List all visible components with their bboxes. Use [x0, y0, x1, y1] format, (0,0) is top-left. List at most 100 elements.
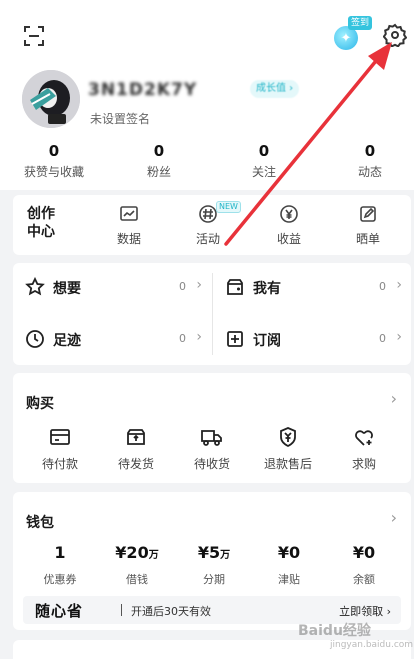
want-label: 想要: [53, 281, 81, 297]
signature[interactable]: 未设置签名: [90, 110, 150, 127]
stat-label: 动态: [357, 165, 382, 179]
subscription-label: 订阅: [253, 333, 281, 349]
collections-card: 想要 0 › 我有 0 › 足迹 0 › 订阅 0 ›: [13, 263, 411, 365]
history-label: 足迹: [53, 333, 81, 349]
chevron-right-icon: ›: [196, 329, 202, 345]
buy-item-label: 求购: [351, 457, 376, 471]
subscription-count: 0: [379, 332, 386, 345]
chevron-right-icon: ›: [396, 277, 402, 293]
creator-item-activity[interactable]: NEW 活动: [178, 201, 241, 247]
wallet-item-installment[interactable]: ¥5万 分期: [181, 544, 247, 587]
buy-item-wanted[interactable]: 求购: [329, 425, 399, 472]
stat-label: 关注: [251, 165, 276, 179]
star-icon: [25, 276, 45, 297]
promo-claim-button[interactable]: 立即领取 ›: [339, 603, 391, 619]
buy-item-label: 待收货: [193, 457, 230, 471]
stat-value: 0: [364, 142, 376, 160]
package-icon: [101, 425, 171, 449]
clock-icon: [25, 329, 45, 349]
wallet-value: 1: [54, 543, 66, 562]
chevron-right-icon[interactable]: ›: [391, 389, 397, 408]
new-badge: NEW: [216, 201, 241, 213]
history-count: 0: [179, 332, 186, 345]
history-item[interactable]: 足迹 0 ›: [13, 315, 212, 365]
wallet-label: 分期: [203, 573, 225, 586]
shield-yen-icon: [253, 425, 323, 449]
stat-posts[interactable]: 0 动态: [330, 142, 410, 179]
stat-fans[interactable]: 0 粉丝: [119, 142, 199, 179]
wallet-icon: [25, 425, 95, 449]
signin-button[interactable]: ✦ 签到: [332, 16, 372, 50]
buy-item-label: 待发货: [117, 457, 154, 471]
avatar[interactable]: [22, 70, 80, 128]
wallet-unit: 万: [220, 550, 231, 561]
wallet-value: ¥0: [352, 543, 376, 562]
wallet-label: 借钱: [126, 573, 148, 586]
stat-likes[interactable]: 0 获赞与收藏: [14, 142, 94, 179]
creator-center-title[interactable]: 创作中心: [27, 205, 59, 241]
chevron-right-icon: ›: [396, 329, 402, 345]
buy-item-pending-payment[interactable]: 待付款: [25, 425, 95, 472]
divider: [212, 273, 213, 355]
promo-text: 开通后30天有效: [131, 605, 211, 618]
creator-item-earnings[interactable]: 收益: [259, 203, 319, 247]
wallet-value: ¥20: [115, 543, 149, 562]
wallet-value: ¥5: [197, 543, 221, 562]
buy-item-label: 退款售后: [263, 457, 312, 471]
scan-icon[interactable]: [20, 22, 48, 50]
stat-label: 粉丝: [146, 165, 171, 179]
chevron-right-icon: ›: [196, 277, 202, 293]
stat-following[interactable]: 0 关注: [224, 142, 304, 179]
plus-square-icon: [225, 329, 245, 349]
chevron-right-icon[interactable]: ›: [391, 508, 397, 527]
yen-coin-icon: [259, 203, 319, 225]
chart-icon: [99, 203, 159, 225]
have-count: 0: [379, 280, 386, 293]
want-count: 0: [179, 280, 186, 293]
wallet-item-loan[interactable]: ¥20万 借钱: [104, 544, 170, 587]
divider: [121, 604, 122, 616]
have-item[interactable]: 我有 0 ›: [213, 263, 412, 313]
watermark-url: jingyan.baidu.com: [330, 640, 414, 650]
buy-item-pending-shipment[interactable]: 待发货: [101, 425, 171, 472]
purchase-title[interactable]: 购买: [26, 393, 54, 413]
watermark: Baidu经验: [298, 623, 371, 639]
wallet-item-allowance[interactable]: ¥0 津贴: [256, 544, 322, 587]
heart-plus-icon: [329, 425, 399, 449]
truck-icon: [177, 425, 247, 449]
promo-brand: 随心省: [35, 602, 84, 620]
creator-center-card: 创作中心 数据 NEW 活动 收益 晒单: [13, 195, 411, 255]
stat-value: 0: [258, 142, 270, 160]
wallet-item-balance[interactable]: ¥0 余额: [331, 544, 397, 587]
wallet-label: 余额: [353, 573, 375, 586]
stat-label: 获赞与收藏: [23, 165, 84, 179]
box-icon: [225, 277, 245, 297]
gear-icon[interactable]: [380, 20, 410, 50]
edit-note-icon: [338, 203, 398, 225]
want-item[interactable]: 想要 0 ›: [13, 263, 212, 313]
creator-item-label: 数据: [116, 232, 141, 246]
wallet-item-coupon[interactable]: 1 优惠券: [27, 544, 93, 587]
wallet-label: 津贴: [278, 573, 300, 586]
growth-badge[interactable]: 成长值 ›: [250, 80, 300, 98]
creator-item-data[interactable]: 数据: [99, 203, 159, 247]
wallet-unit: 万: [148, 550, 159, 561]
creator-item-showoff[interactable]: 晒单: [338, 203, 398, 247]
wallet-value: ¥0: [277, 543, 301, 562]
buy-item-pending-receipt[interactable]: 待收货: [177, 425, 247, 472]
creator-item-label: 收益: [276, 232, 301, 246]
purchase-card: 购买 › 待付款 待发货 待收货 退款售后 求购: [13, 373, 411, 483]
wallet-label: 优惠券: [43, 573, 77, 586]
have-label: 我有: [253, 281, 281, 297]
stats-row: 0 获赞与收藏 0 粉丝 0 关注 0 动态: [0, 142, 414, 184]
buy-item-refund[interactable]: 退款售后: [253, 425, 323, 472]
creator-item-label: 晒单: [355, 232, 380, 246]
signin-tag: 签到: [348, 16, 372, 30]
stat-value: 0: [48, 142, 60, 160]
creator-item-label: 活动: [195, 232, 220, 246]
buy-item-label: 待付款: [41, 457, 78, 471]
wallet-card: 钱包 › 1 优惠券 ¥20万 借钱 ¥5万 分期 ¥0 津贴 ¥0 余额 随心…: [13, 492, 411, 630]
subscription-item[interactable]: 订阅 0 ›: [213, 315, 412, 365]
stat-value: 0: [153, 142, 165, 160]
wallet-title[interactable]: 钱包: [26, 512, 54, 532]
